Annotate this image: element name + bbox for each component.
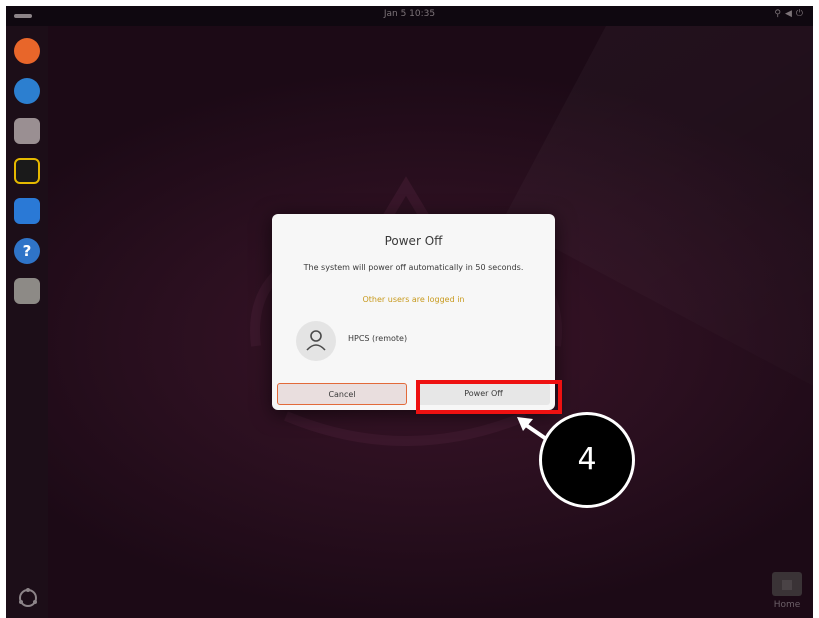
files-icon[interactable] [14, 118, 40, 144]
dialog-message: The system will power off automatically … [303, 263, 524, 272]
dialog-title: Power Off [384, 234, 443, 248]
cancel-button[interactable]: Cancel [277, 383, 407, 405]
network-icon[interactable]: ⚲ [774, 9, 785, 19]
system-tray[interactable]: ⚲◀⏻ [774, 9, 807, 19]
firefox-icon[interactable] [14, 38, 40, 64]
help-icon[interactable]: ? [14, 238, 40, 264]
step-number-badge: 4 [539, 412, 635, 508]
user-icon [306, 330, 326, 351]
logged-in-warning: Other users are logged in [362, 295, 465, 304]
dock: ? [6, 26, 48, 618]
top-bar: Jan 5 10:35 ⚲◀⏻ [6, 6, 813, 26]
writer-icon[interactable] [14, 198, 40, 224]
user-name: HPCS (remote) [348, 334, 408, 343]
clock[interactable]: Jan 5 10:35 [6, 9, 813, 19]
thunderbird-icon[interactable] [14, 78, 40, 104]
trash-icon[interactable] [14, 278, 40, 304]
home-folder-label[interactable]: Home [767, 600, 807, 610]
volume-icon[interactable]: ◀ [785, 9, 796, 19]
home-folder-icon[interactable] [770, 566, 804, 600]
rhythmbox-icon[interactable] [14, 158, 40, 184]
avatar [296, 321, 336, 361]
power-icon[interactable]: ⏻ [796, 9, 807, 19]
show-apps-icon[interactable] [18, 588, 38, 608]
